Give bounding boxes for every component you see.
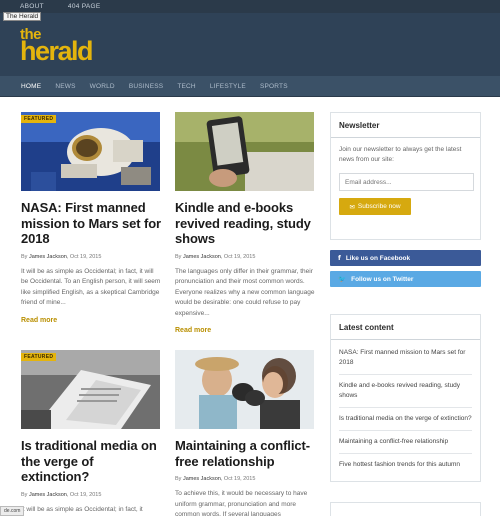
newsletter-widget: Newsletter Join our newsletter to always…	[330, 112, 481, 240]
latest-item[interactable]: Maintaining a conflict-free relationship	[339, 431, 472, 454]
newsletter-title: Newsletter	[331, 113, 480, 138]
email-input[interactable]	[339, 173, 474, 191]
article-title[interactable]: Kindle and e-books revived reading, stud…	[175, 200, 315, 247]
read-more-link[interactable]: Read more	[175, 327, 211, 334]
browser-status-bar: de.com	[0, 506, 25, 516]
meta-date: Oct 19, 2015	[223, 253, 256, 260]
meta-by: By	[175, 253, 182, 260]
title-tooltip: The Herald	[3, 12, 42, 21]
next-widget-peek	[330, 502, 481, 516]
read-more-link[interactable]: Read more	[21, 317, 57, 324]
article-excerpt: It will be as simple as Occidental; in f…	[21, 505, 143, 513]
subscribe-button[interactable]: ✉ Subscribe now	[339, 198, 411, 215]
astronaut-image	[21, 112, 160, 191]
top-bar: ABOUT 404 PAGE	[0, 0, 500, 13]
article-excerpt: The languages only differ in their gramm…	[175, 267, 315, 317]
article-card: FEATURED Is traditional media on the ver…	[21, 350, 161, 515]
meta-date: Oct 19, 2015	[69, 253, 102, 260]
article-excerpt: To achieve this, it would be necessary t…	[175, 490, 308, 516]
article-title[interactable]: Is traditional media on the verge of ext…	[21, 438, 161, 485]
meta-date: Oct 19, 2015	[223, 476, 256, 482]
latest-item[interactable]: Is traditional media on the verge of ext…	[339, 408, 472, 431]
article-thumbnail-newspaper[interactable]: FEATURED	[21, 350, 160, 429]
couple-boxing-image	[175, 350, 314, 429]
meta-author[interactable]: James Jackson	[183, 254, 221, 260]
nav-home[interactable]: HOME	[14, 83, 48, 90]
latest-item[interactable]: Kindle and e-books revived reading, stud…	[339, 375, 472, 408]
latest-item[interactable]: Five hottest fashion trends for this aut…	[339, 454, 472, 476]
twitter-icon: 🐦	[338, 275, 347, 283]
article-title[interactable]: NASA: First manned mission to Mars set f…	[21, 200, 161, 247]
meta-author[interactable]: James Jackson	[183, 476, 221, 482]
facebook-label: Like us on Facebook	[345, 254, 411, 262]
article-card: Kindle and e-books revived reading, stud…	[175, 112, 315, 337]
facebook-icon: f	[338, 254, 341, 262]
article-meta: By James Jackson, Oct 19, 2015	[175, 476, 256, 482]
article-meta: By James Jackson, Oct 19, 2015	[21, 491, 102, 498]
main-nav: HOME NEWS WORLD BUSINESS TECH LIFESTYLE …	[0, 76, 500, 97]
meta-by: By	[21, 491, 28, 498]
main-content: FEATURED NASA: First manned mission to M…	[0, 98, 500, 516]
site-logo[interactable]: the herald	[20, 27, 94, 66]
featured-badge: FEATURED	[21, 353, 57, 361]
nav-sports[interactable]: SPORTS	[253, 83, 295, 90]
article-meta: By James Jackson, Oct 19, 2015	[21, 253, 102, 260]
mail-icon: ✉	[349, 203, 355, 211]
meta-author[interactable]: James Jackson	[29, 254, 67, 260]
kindle-image	[175, 112, 314, 191]
article-meta: By James Jackson, Oct 19, 2015	[175, 253, 256, 260]
featured-badge: FEATURED	[21, 115, 57, 123]
meta-by: By	[21, 253, 28, 260]
article-card: Maintaining a conflict-free relationship…	[175, 350, 315, 516]
article-card: FEATURED NASA: First manned mission to M…	[21, 112, 161, 327]
nav-world[interactable]: WORLD	[83, 83, 122, 90]
logo-word-herald: herald	[20, 36, 94, 66]
nav-lifestyle[interactable]: LIFESTYLE	[203, 83, 253, 90]
twitter-label: Follow us on Twitter	[351, 275, 414, 283]
article-thumbnail-astronaut[interactable]: FEATURED	[21, 112, 160, 191]
meta-by: By	[175, 476, 182, 482]
latest-content-widget: Latest content NASA: First manned missio…	[330, 314, 481, 482]
latest-title: Latest content	[331, 315, 480, 340]
meta-author[interactable]: James Jackson	[29, 492, 67, 498]
newsletter-text: Join our newsletter to always get the la…	[339, 146, 462, 163]
nav-tech[interactable]: TECH	[170, 83, 203, 90]
nav-business[interactable]: BUSINESS	[122, 83, 170, 90]
article-thumbnail-couple[interactable]	[175, 350, 314, 429]
top-link-404[interactable]: 404 PAGE	[68, 3, 101, 10]
top-link-about[interactable]: ABOUT	[20, 3, 44, 10]
twitter-button[interactable]: 🐦 Follow us on Twitter	[330, 271, 481, 287]
site-header: the herald	[0, 13, 500, 76]
latest-item[interactable]: NASA: First manned mission to Mars set f…	[339, 342, 472, 375]
nav-news[interactable]: NEWS	[48, 83, 82, 90]
subscribe-label: Subscribe now	[357, 203, 401, 210]
facebook-button[interactable]: f Like us on Facebook	[330, 250, 481, 266]
article-excerpt: It will be as simple as Occidental; in f…	[21, 267, 161, 307]
meta-date: Oct 19, 2015	[69, 491, 102, 498]
article-title[interactable]: Maintaining a conflict-free relationship	[175, 438, 315, 469]
newspaper-image	[21, 350, 160, 429]
article-thumbnail-kindle[interactable]	[175, 112, 314, 191]
